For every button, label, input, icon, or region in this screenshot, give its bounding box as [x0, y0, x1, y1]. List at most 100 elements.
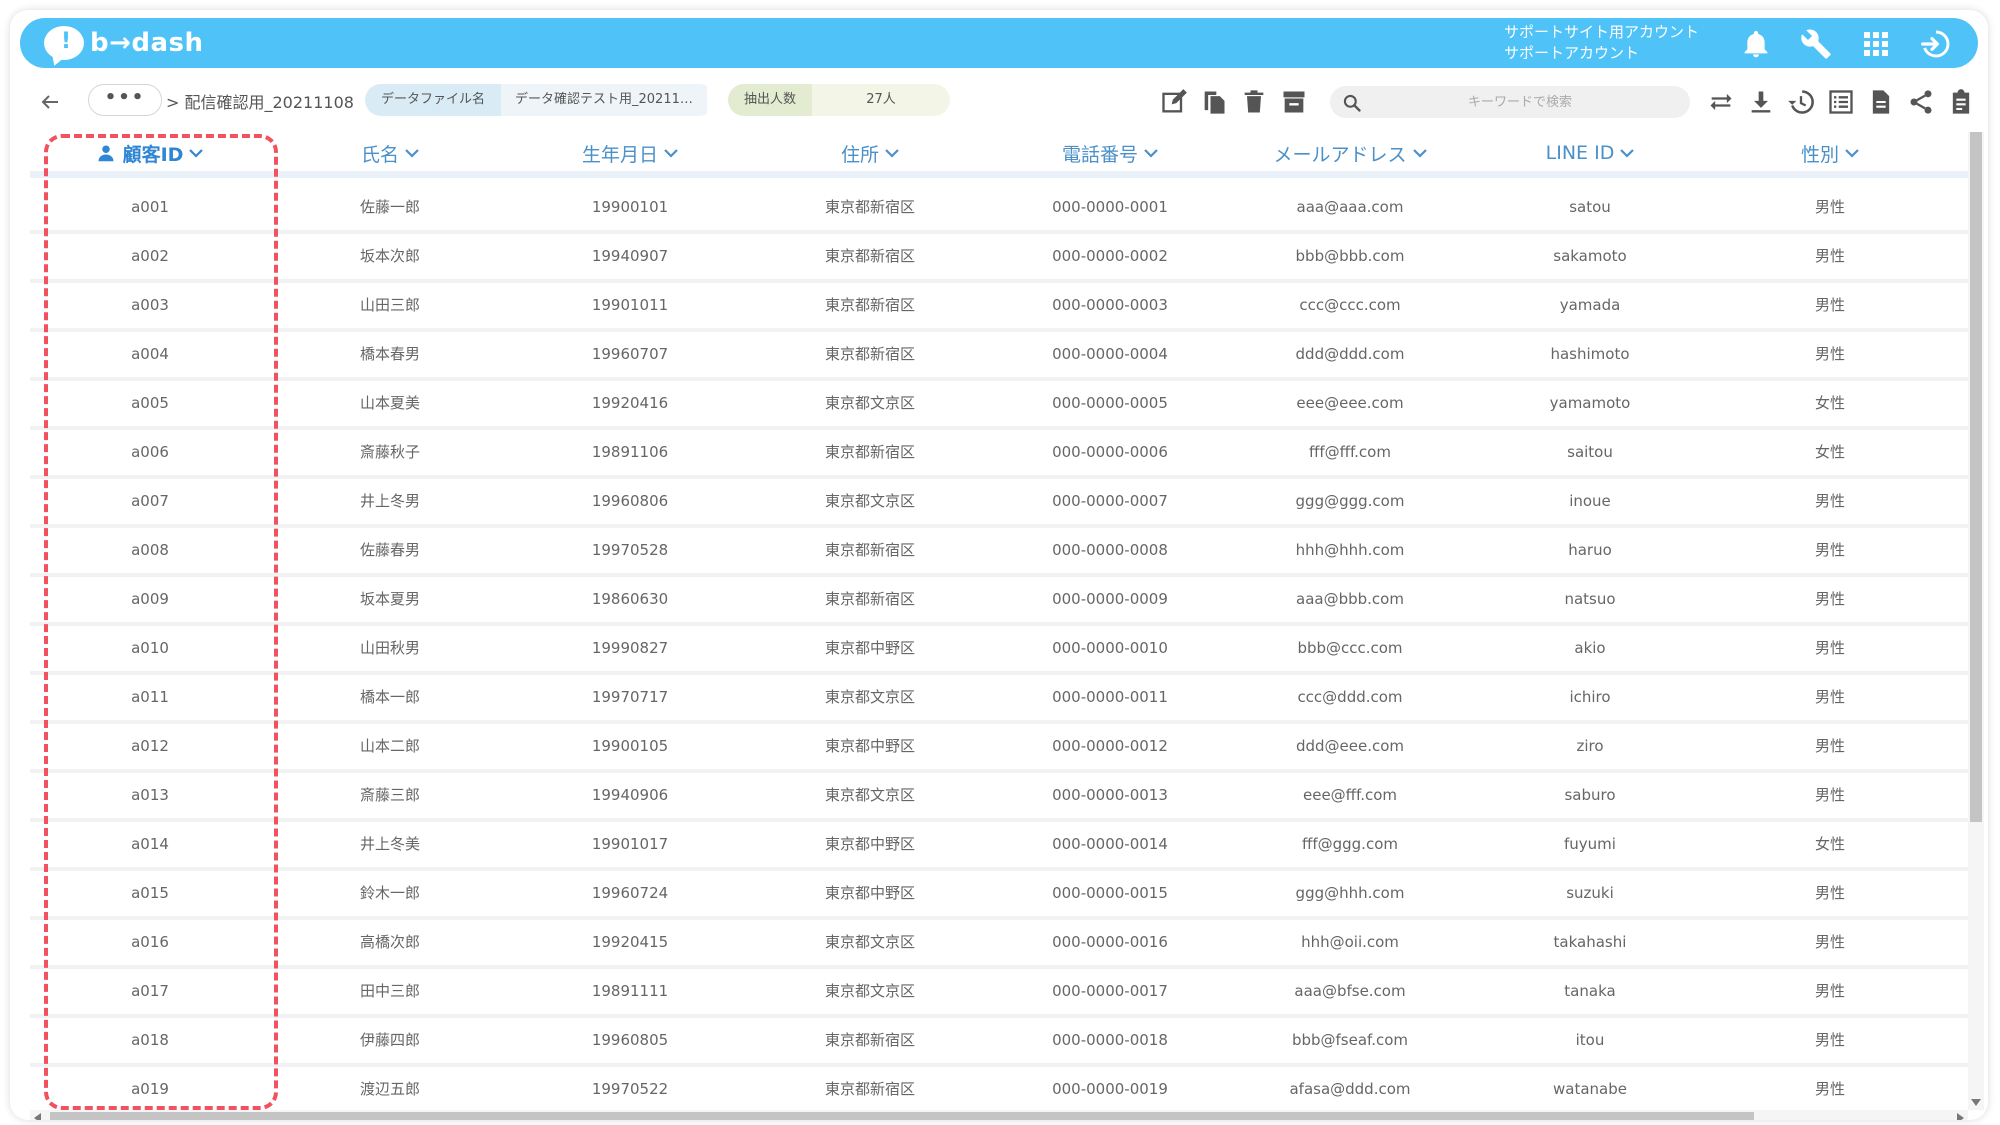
count-pill: 抽出人数 27人	[728, 84, 950, 116]
cell-phone: 000-0000-0014	[1052, 835, 1168, 853]
vertical-scroll-thumb[interactable]	[1970, 132, 1982, 822]
download-icon[interactable]	[1747, 88, 1775, 116]
cell-email: eee@fff.com	[1302, 786, 1397, 804]
cell-customer-id: a001	[131, 198, 169, 216]
horizontal-scroll-thumb[interactable]	[50, 1112, 1754, 1120]
cell-address: 東京都新宿区	[824, 198, 915, 216]
cell-gender: 男性	[1814, 541, 1845, 559]
column-header-address[interactable]: 住所	[750, 138, 990, 168]
cell-address: 東京都中野区	[824, 835, 915, 853]
table-row[interactable]: a003 山田三郎 19901011 東京都新宿区 000-0000-0003 ccc@c…	[30, 283, 1970, 332]
cell-name: 橋本一郎	[359, 688, 420, 706]
cell-phone: 000-0000-0003	[1052, 296, 1168, 314]
table-row[interactable]: a013 斎藤三郎 19940906 東京都文京区 000-0000-0013 eee@f…	[30, 773, 1970, 822]
logout-icon[interactable]	[1920, 28, 1952, 60]
table-row[interactable]: a014 井上冬美 19901017 東京都中野区 000-0000-0014 fff@g…	[30, 822, 1970, 871]
trash-icon[interactable]	[1240, 88, 1268, 116]
cell-customer-id: a007	[131, 492, 169, 510]
more-button[interactable]: •••	[88, 84, 162, 116]
cell-line-id: haruo	[1568, 541, 1612, 559]
column-header-phone[interactable]: 電話番号	[990, 138, 1230, 168]
table-row[interactable]: a004 橋本春男 19960707 東京都新宿区 000-0000-0004 ddd@d…	[30, 332, 1970, 381]
column-header-label: 性別	[1800, 143, 1839, 166]
table-row[interactable]: a009 坂本夏男 19860630 東京都新宿区 000-0000-0009 aaa@b…	[30, 577, 1970, 626]
horizontal-scrollbar[interactable]	[30, 1110, 1968, 1120]
vertical-scrollbar[interactable]	[1968, 132, 1984, 1110]
column-header-gender[interactable]: 性別	[1710, 138, 1950, 168]
document-icon[interactable]	[1867, 88, 1895, 116]
scroll-down-arrow-icon[interactable]	[1971, 1099, 1981, 1106]
cell-phone: 000-0000-0017	[1052, 982, 1168, 1000]
table-row[interactable]: a006 斎藤秋子 19891106 東京都新宿区 000-0000-0006 fff@f…	[30, 430, 1970, 479]
column-header-customer-id[interactable]: 顧客ID	[30, 138, 270, 168]
list-icon[interactable]	[1827, 88, 1855, 116]
account-info[interactable]: サポートサイト用アカウント サポートアカウント	[1504, 22, 1699, 64]
search-box[interactable]	[1330, 86, 1690, 118]
scroll-right-arrow-icon[interactable]	[1957, 1113, 1964, 1120]
cell-customer-id: a015	[131, 884, 169, 902]
copy-icon[interactable]	[1200, 88, 1228, 116]
logo[interactable]: ! b→dash	[44, 24, 204, 62]
cell-customer-id: a008	[131, 541, 169, 559]
column-header-label: メールアドレス	[1273, 143, 1407, 166]
cell-customer-id: a016	[131, 933, 169, 951]
edit-icon[interactable]	[1160, 88, 1188, 116]
table-row[interactable]: a005 山本夏美 19920416 東京都文京区 000-0000-0005 eee@e…	[30, 381, 1970, 430]
table-body: a001 佐藤一郎 19900101 東京都新宿区 000-0000-0001 aaa@a…	[30, 185, 1970, 1112]
back-arrow-icon[interactable]	[38, 90, 62, 114]
table-row[interactable]: a002 坂本次郎 19940907 東京都新宿区 000-0000-0002 bbb@b…	[30, 234, 1970, 283]
table-row[interactable]: a008 佐藤春男 19970528 東京都新宿区 000-0000-0008 hhh@h…	[30, 528, 1970, 577]
cell-name: 斎藤秋子	[359, 443, 420, 461]
cell-address: 東京都新宿区	[824, 296, 915, 314]
wrench-icon[interactable]	[1800, 28, 1832, 60]
cell-name: 井上冬男	[359, 492, 420, 510]
sync-icon[interactable]	[1707, 88, 1735, 116]
apps-grid-icon[interactable]	[1860, 28, 1892, 60]
cell-gender: 男性	[1814, 982, 1845, 1000]
cell-name: 井上冬美	[359, 835, 420, 853]
scroll-left-arrow-icon[interactable]	[34, 1113, 41, 1120]
datafile-label: データファイル名	[365, 84, 502, 116]
person-icon	[98, 145, 114, 162]
bell-icon[interactable]	[1740, 28, 1772, 60]
column-header-email[interactable]: メールアドレス	[1230, 138, 1470, 168]
count-value: 27人	[812, 84, 950, 116]
table-header: 顧客ID 氏名 生年月日 住所 電話番号 メールアドレス LINE ID 性別	[30, 132, 1970, 178]
chevron-down-icon	[189, 149, 204, 158]
table-row[interactable]: a017 田中三郎 19891111 東京都文京区 000-0000-0017 aaa@b…	[30, 969, 1970, 1018]
cell-phone: 000-0000-0002	[1052, 247, 1168, 265]
table-row[interactable]: a012 山本二郎 19900105 東京都中野区 000-0000-0012 ddd@e…	[30, 724, 1970, 773]
cell-name: 鈴木一郎	[359, 884, 420, 902]
column-header-name[interactable]: 氏名	[270, 138, 510, 168]
cell-address: 東京都新宿区	[824, 541, 915, 559]
cell-email: ddd@eee.com	[1295, 737, 1405, 755]
cell-email: ccc@ddd.com	[1297, 688, 1403, 706]
table-row[interactable]: a016 高橋次郎 19920415 東京都文京区 000-0000-0016 hhh@o…	[30, 920, 1970, 969]
cell-email: hhh@hhh.com	[1295, 541, 1405, 559]
cell-gender: 男性	[1814, 590, 1845, 608]
data-table: 顧客ID 氏名 生年月日 住所 電話番号 メールアドレス LINE ID 性別 …	[30, 132, 1970, 1112]
cell-address: 東京都新宿区	[824, 1080, 915, 1098]
cell-gender: 男性	[1814, 492, 1845, 510]
share-icon[interactable]	[1907, 88, 1935, 116]
table-row[interactable]: a018 伊藤四郎 19960805 東京都新宿区 000-0000-0018 bbb@f…	[30, 1018, 1970, 1067]
cell-phone: 000-0000-0018	[1052, 1031, 1168, 1049]
cell-line-id: suzuki	[1566, 884, 1614, 902]
table-row[interactable]: a019 渡辺五郎 19970522 東京都新宿区 000-0000-0019 afasa…	[30, 1067, 1970, 1112]
cell-line-id: sakamoto	[1553, 247, 1627, 265]
table-row[interactable]: a001 佐藤一郎 19900101 東京都新宿区 000-0000-0001 aaa@a…	[30, 185, 1970, 234]
history-icon[interactable]	[1787, 88, 1815, 116]
table-row[interactable]: a011 橋本一郎 19970717 東京都文京区 000-0000-0011 ccc@d…	[30, 675, 1970, 724]
table-row[interactable]: a015 鈴木一郎 19960724 東京都中野区 000-0000-0015 ggg@h…	[30, 871, 1970, 920]
datafile-value: データ確認テスト用_20211…	[501, 84, 707, 116]
clipboard-icon[interactable]	[1947, 88, 1975, 116]
cell-name: 山田三郎	[359, 296, 420, 314]
archive-icon[interactable]	[1280, 88, 1308, 116]
table-row[interactable]: a007 井上冬男 19960806 東京都文京区 000-0000-0007 ggg@g…	[30, 479, 1970, 528]
column-header-birthdate[interactable]: 生年月日	[510, 138, 750, 168]
datafile-pill[interactable]: データファイル名 データ確認テスト用_20211…	[365, 84, 715, 116]
search-input[interactable]	[1370, 86, 1670, 118]
table-row[interactable]: a010 山田秋男 19990827 東京都中野区 000-0000-0010 bbb@c…	[30, 626, 1970, 675]
cell-customer-id: a006	[131, 443, 169, 461]
column-header-line-id[interactable]: LINE ID	[1470, 138, 1710, 168]
